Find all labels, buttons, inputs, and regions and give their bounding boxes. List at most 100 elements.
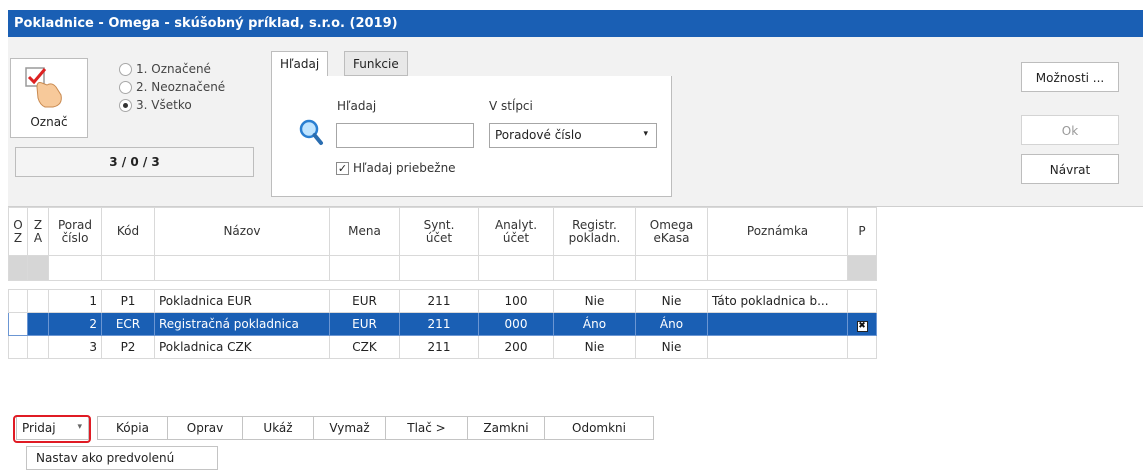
filter-cell: [27, 255, 49, 281]
cell-p[interactable]: ✖: [847, 312, 877, 336]
cell-registr[interactable]: Áno: [553, 312, 636, 336]
radio-marked[interactable]: 1. Označené: [119, 60, 225, 78]
filter-cell[interactable]: [707, 255, 848, 281]
col-analyt[interactable]: Analyt. účet: [478, 207, 554, 256]
column-label: V stĺpci: [489, 99, 533, 113]
col-poznamka[interactable]: Poznámka: [707, 207, 848, 256]
cell-kod[interactable]: P1: [101, 289, 155, 313]
filter-cell[interactable]: [635, 255, 708, 281]
filter-cell[interactable]: [48, 255, 102, 281]
lock-button[interactable]: Zamkni: [467, 416, 545, 440]
cell-p[interactable]: [847, 335, 877, 359]
tab-search[interactable]: Hľadaj: [271, 51, 329, 77]
live-search-label: Hľadaj priebežne: [353, 161, 456, 175]
cell-nazov[interactable]: Pokladnica EUR: [154, 289, 330, 313]
cell-analyt[interactable]: 100: [478, 289, 554, 313]
col-porad[interactable]: Porad číslo: [48, 207, 102, 256]
cell-kod[interactable]: P2: [101, 335, 155, 359]
cell-poznamka[interactable]: Táto pokladnica b...: [707, 289, 848, 313]
cell-mena[interactable]: EUR: [329, 312, 400, 336]
radio-unmarked[interactable]: 2. Neoznačené: [119, 78, 225, 96]
table-row[interactable]: 2 ECR Registračná pokladnica EUR 211 000…: [8, 312, 877, 336]
cell-oz[interactable]: [8, 335, 28, 359]
cell-mena[interactable]: CZK: [329, 335, 400, 359]
radio-all-label: 3. Všetko: [136, 98, 192, 112]
table-row[interactable]: 3 P2 Pokladnica CZK CZK 211 200 Nie Nie: [8, 335, 877, 359]
cell-za[interactable]: [27, 289, 49, 313]
radio-all-circle[interactable]: [119, 98, 132, 112]
cell-synt[interactable]: 211: [399, 335, 479, 359]
window-title: Pokladnice - Omega - skúšobný príklad, s…: [8, 10, 1143, 37]
cell-analyt[interactable]: 000: [478, 312, 554, 336]
ok-button[interactable]: Ok: [1021, 115, 1119, 145]
cell-synt[interactable]: 211: [399, 312, 479, 336]
filter-cell[interactable]: [329, 255, 400, 281]
column-select[interactable]: Poradové číslo ▾: [489, 123, 657, 148]
tab-functions[interactable]: Funkcie: [344, 51, 408, 76]
mark-counter: 3 / 0 / 3: [15, 147, 254, 177]
cell-poznamka[interactable]: [707, 312, 848, 336]
cell-oz[interactable]: [8, 312, 28, 336]
cell-cislo[interactable]: 1: [48, 289, 102, 313]
table-header-row: OZ ZA Porad číslo Kód Názov Mena Synt. úče…: [8, 207, 877, 256]
radio-unmarked-label: 2. Neoznačené: [136, 80, 226, 94]
cell-omega[interactable]: Nie: [635, 289, 708, 313]
cell-omega[interactable]: Nie: [635, 335, 708, 359]
radio-all[interactable]: 3. Všetko: [119, 96, 225, 114]
mark-button[interactable]: Označ: [10, 58, 88, 138]
cell-mena[interactable]: EUR: [329, 289, 400, 313]
col-synt[interactable]: Synt. účet: [399, 207, 479, 256]
filter-cell: [8, 255, 28, 281]
options-button[interactable]: Možnosti ...: [1021, 62, 1119, 92]
cell-poznamka[interactable]: [707, 335, 848, 359]
filter-cell[interactable]: [154, 255, 330, 281]
cell-za[interactable]: [27, 312, 49, 336]
p-checkbox-icon[interactable]: ✖: [856, 320, 868, 332]
col-omega[interactable]: Omega eKasa: [635, 207, 708, 256]
cell-registr[interactable]: Nie: [553, 289, 636, 313]
back-button[interactable]: Návrat: [1021, 154, 1119, 184]
col-za[interactable]: ZA: [27, 207, 49, 256]
cell-nazov[interactable]: Pokladnica CZK: [154, 335, 330, 359]
table-gap: [8, 280, 877, 290]
delete-button[interactable]: Vymaž: [313, 416, 386, 440]
cell-nazov[interactable]: Registračná pokladnica: [154, 312, 330, 336]
col-mena[interactable]: Mena: [329, 207, 400, 256]
cell-synt[interactable]: 211: [399, 289, 479, 313]
live-search-checkbox[interactable]: ✓: [336, 162, 349, 175]
col-registr[interactable]: Registr. pokladn.: [553, 207, 636, 256]
copy-button[interactable]: Kópia: [97, 416, 168, 440]
cashbox-table: OZ ZA Porad číslo Kód Názov Mena Synt. úče…: [8, 207, 877, 359]
cell-analyt[interactable]: 200: [478, 335, 554, 359]
col-oz[interactable]: OZ: [8, 207, 28, 256]
cell-cislo[interactable]: 2: [48, 312, 102, 336]
filter-cell[interactable]: [399, 255, 479, 281]
cell-p[interactable]: [847, 289, 877, 313]
find-input[interactable]: [336, 123, 474, 148]
cell-omega[interactable]: Áno: [635, 312, 708, 336]
col-kod[interactable]: Kód: [101, 207, 155, 256]
find-label: Hľadaj: [337, 99, 377, 113]
mark-button-label: Označ: [30, 115, 68, 129]
cell-oz[interactable]: [8, 289, 28, 313]
radio-unmarked-circle[interactable]: [119, 80, 132, 94]
radio-marked-circle[interactable]: [119, 62, 132, 76]
cell-za[interactable]: [27, 335, 49, 359]
col-nazov[interactable]: Názov: [154, 207, 330, 256]
filter-cell[interactable]: [478, 255, 554, 281]
radio-marked-label: 1. Označené: [136, 62, 211, 76]
table-row[interactable]: 1 P1 Pokladnica EUR EUR 211 100 Nie Nie …: [8, 289, 877, 313]
col-p[interactable]: P: [847, 207, 877, 256]
print-button[interactable]: Tlač >: [385, 416, 468, 440]
edit-button[interactable]: Oprav: [167, 416, 243, 440]
set-default-button[interactable]: Nastav ako predvolenú: [26, 446, 218, 470]
filter-cell[interactable]: [553, 255, 636, 281]
cell-kod[interactable]: ECR: [101, 312, 155, 336]
filter-cell[interactable]: [101, 255, 155, 281]
filter-cell: [847, 255, 877, 281]
show-button[interactable]: Ukáž: [242, 416, 314, 440]
cell-cislo[interactable]: 3: [48, 335, 102, 359]
add-button-highlight: [13, 415, 91, 443]
unlock-button[interactable]: Odomkni: [544, 416, 654, 440]
cell-registr[interactable]: Nie: [553, 335, 636, 359]
